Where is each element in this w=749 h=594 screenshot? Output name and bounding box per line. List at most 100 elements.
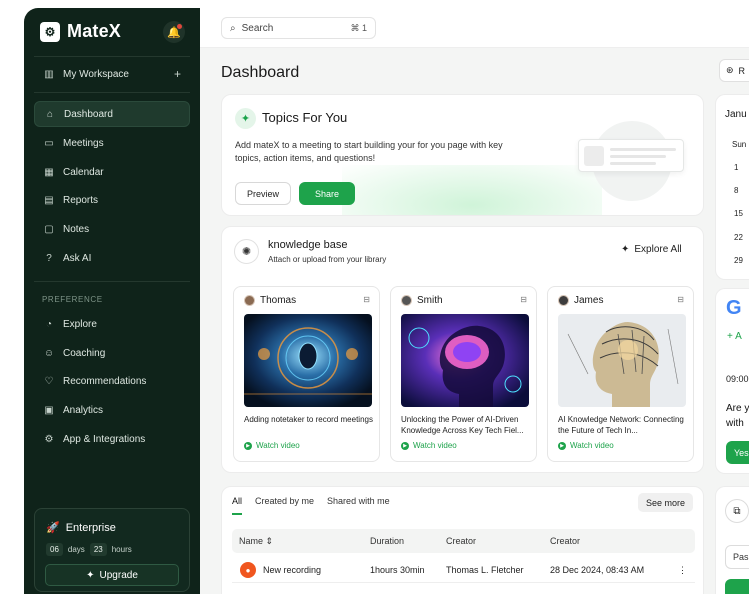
tab-shared-with-me[interactable]: Shared with me (327, 496, 390, 515)
brand[interactable]: ⚙ MateX (40, 21, 121, 42)
calendar-day[interactable]: 15 (734, 209, 743, 218)
record-button[interactable]: ⊛ R (719, 59, 749, 82)
watch-video-link[interactable]: ▶ Watch video (244, 441, 300, 450)
notes-icon: ▢ (44, 223, 54, 235)
recordings-card: All Created by me Shared with me See mor… (221, 486, 704, 594)
sparkle-icon: ✦ (235, 108, 256, 129)
notification-dot (177, 24, 182, 29)
video-title: Unlocking the Power of AI-Driven Knowled… (401, 415, 524, 435)
illustration-card (578, 139, 684, 172)
sidebar-item-explore[interactable]: ◔ Explore (34, 311, 190, 337)
video-thumbnail[interactable] (558, 314, 686, 407)
column-name[interactable]: Name ⇕ (239, 536, 273, 547)
hours-label: hours (111, 545, 132, 554)
google-logo-icon: G (726, 297, 742, 319)
menu-icon[interactable]: ⊟ (677, 295, 684, 304)
video-card[interactable]: Thomas ⊟ Adding notetaker to record meet… (233, 286, 380, 462)
sidebar-item-label: Analytics (63, 404, 104, 416)
knowledge-title: knowledge base (268, 239, 348, 251)
sidebar-item-label: Coaching (63, 347, 106, 359)
sidebar-item-notes[interactable]: ▢ Notes (34, 216, 190, 242)
workspace-label: My Workspace (63, 68, 129, 80)
password-field[interactable]: Pas (725, 545, 749, 569)
workspace-selector[interactable]: ▥ My Workspace + (34, 61, 190, 87)
author-name: James (574, 295, 604, 306)
sidebar-item-recommendations[interactable]: ♡ Recommendations (34, 368, 190, 394)
tab-created-by-me[interactable]: Created by me (255, 496, 314, 515)
top-bar: ⌕ Search ⌘ 1 (200, 8, 749, 48)
sidebar-item-label: Recommendations (63, 375, 147, 387)
calendar-day[interactable]: 29 (734, 256, 743, 265)
sidebar-item-label: Reports (63, 194, 99, 206)
knowledge-subtitle: Attach or upload from your library (268, 255, 387, 264)
explore-all-button[interactable]: ✦ Explore All (621, 244, 682, 255)
video-thumbnail[interactable] (244, 314, 372, 407)
page-title: Dashboard (221, 64, 300, 81)
notification-bell-icon[interactable]: 🔔 (163, 21, 185, 43)
topics-title: Topics For You (262, 110, 348, 125)
sidebar-item-label: Notes (63, 223, 90, 235)
menu-icon[interactable]: ⊟ (520, 295, 527, 304)
atom-icon: ✺ (234, 239, 259, 264)
sidebar-item-dashboard[interactable]: ⌂ Dashboard (34, 101, 190, 127)
calendar-day[interactable]: 1 (734, 163, 738, 172)
share-button[interactable]: Share (299, 182, 355, 205)
sidebar-item-ask-ai[interactable]: ? Ask AI (34, 245, 190, 271)
divider (34, 56, 190, 57)
calendar-day[interactable]: 8 (734, 186, 738, 195)
column-duration: Duration (370, 536, 405, 546)
sidebar-item-meetings[interactable]: ▭ Meetings (34, 130, 190, 156)
event-prompt-line: Are y (726, 403, 749, 414)
video-card[interactable]: James ⊟ AI Knowledge Network: Connecting… (547, 286, 694, 462)
matex-logo-icon: ⚙ (40, 21, 60, 42)
search-shortcut: ⌘ 1 (350, 22, 367, 33)
enterprise-title-row: 🚀 Enterprise (46, 521, 116, 535)
sidebar-item-coaching[interactable]: ☺ Coaching (34, 340, 190, 366)
search-icon: ⌕ (230, 22, 236, 34)
add-workspace-icon[interactable]: + (174, 67, 181, 81)
see-more-button[interactable]: See more (637, 493, 693, 512)
heart-icon: ♡ (44, 375, 54, 387)
watch-label: Watch video (570, 441, 614, 450)
recording-creator: Thomas L. Fletcher (446, 565, 524, 575)
sort-icon: ⇕ (265, 536, 274, 546)
sparkle-icon: ✦ (86, 569, 95, 581)
topics-description: Add mateX to a meeting to start building… (235, 140, 503, 163)
calendar-month: Janu (725, 109, 747, 120)
video-card[interactable]: Smith ⊟ Unlocking the Power of AI-Driven… (390, 286, 537, 462)
sidebar-item-integrations[interactable]: ⚙ App & Integrations (34, 426, 190, 452)
more-options-icon[interactable]: ⋮ (678, 565, 687, 576)
video-camera-icon: ▭ (44, 137, 54, 149)
yes-button[interactable]: Yes (726, 441, 749, 464)
upgrade-button[interactable]: ✦ Upgrade (45, 564, 179, 586)
submit-button[interactable] (725, 579, 749, 594)
search-input[interactable]: ⌕ Search ⌘ 1 (221, 17, 376, 39)
watch-video-link[interactable]: ▶ Watch video (401, 441, 457, 450)
copy-icon[interactable]: ⧉ (725, 499, 749, 523)
sidebar-item-calendar[interactable]: ▦ Calendar (34, 159, 190, 185)
enterprise-plan-card: 🚀 Enterprise 06 days 23 hours ✦ Upgrade (34, 508, 190, 592)
add-event-button[interactable]: + A (727, 331, 742, 342)
tab-all[interactable]: All (232, 496, 243, 515)
users-icon: ☺ (43, 347, 55, 359)
preference-section-label: PREFERENCE (42, 295, 103, 304)
days-value: 06 (46, 543, 63, 556)
video-thumbnail[interactable] (401, 314, 529, 407)
google-calendar-card: G + A 09:00 Are y with Yes (715, 288, 749, 474)
table-row[interactable]: ● New recording 1hours 30min Thomas L. F… (232, 559, 695, 583)
watch-video-link[interactable]: ▶ Watch video (558, 441, 614, 450)
sidebar-item-analytics[interactable]: ▣ Analytics (34, 397, 190, 423)
preview-button[interactable]: Preview (235, 182, 291, 205)
settings-icon: ⚙ (44, 433, 54, 445)
video-title: AI Knowledge Network: Connecting the Fut… (558, 415, 684, 435)
avatar (401, 295, 412, 306)
sparkle-icon: ✦ (621, 244, 630, 255)
sidebar-item-reports[interactable]: ▤ Reports (34, 187, 190, 213)
trial-countdown: 06 days 23 hours (46, 543, 132, 556)
calendar-card: Janu Sun 1 8 15 22 29 (715, 94, 749, 280)
play-icon: ▶ (244, 441, 252, 450)
divider (34, 92, 190, 93)
sidebar-item-label: Dashboard (64, 108, 113, 120)
menu-icon[interactable]: ⊟ (363, 295, 370, 304)
calendar-day[interactable]: 22 (734, 233, 743, 242)
